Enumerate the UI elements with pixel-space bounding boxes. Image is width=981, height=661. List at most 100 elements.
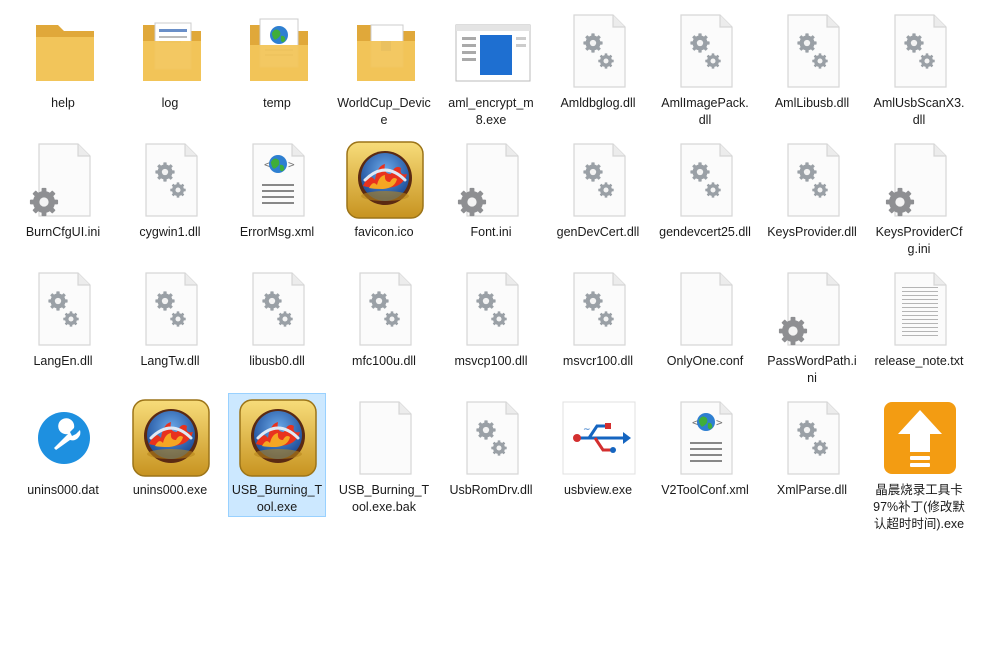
- dll-icon: [466, 401, 519, 475]
- file-name-label: Font.ini: [470, 225, 512, 239]
- dll-icon: [573, 272, 626, 346]
- file-item[interactable]: < > V2ToolConf.xml: [656, 393, 754, 517]
- file-name-label: unins000.dat: [27, 483, 99, 497]
- file-item[interactable]: LangTw.dll: [121, 264, 219, 388]
- xml-icon: < >: [252, 143, 305, 217]
- file-item[interactable]: libusb0.dll: [228, 264, 326, 388]
- file-name-label: KeysProvider.dll: [767, 225, 857, 239]
- file-name-label: cygwin1.dll: [139, 225, 201, 239]
- burner-app-icon: [346, 141, 424, 219]
- folder-icon: [36, 25, 94, 81]
- file-name-label: AmlUsbScanX3.dll: [873, 96, 965, 127]
- file-name-label: genDevCert.dll: [556, 225, 640, 239]
- file-name-label: USB_Burning_Tool.exe.bak: [338, 483, 430, 514]
- file-item[interactable]: msvcp100.dll: [442, 264, 540, 388]
- file-name-label: Amldbglog.dll: [560, 96, 636, 110]
- ini-icon: [885, 143, 947, 217]
- file-name-label: ErrorMsg.xml: [239, 225, 315, 239]
- file-name-label: BurnCfgUI.ini: [25, 225, 101, 239]
- file-item[interactable]: Amldbglog.dll: [549, 6, 647, 130]
- folder-web-icon: [250, 18, 308, 81]
- file-item[interactable]: temp: [228, 6, 326, 130]
- file-name-label: USB_Burning_Tool.exe: [231, 483, 323, 514]
- file-item[interactable]: mfc100u.dll: [335, 264, 433, 388]
- file-item[interactable]: KeysProvider.dll: [763, 135, 861, 259]
- dll-icon: [680, 14, 733, 88]
- file-item[interactable]: aml_encrypt_m8.exe: [442, 6, 540, 130]
- text-file-icon: [894, 272, 947, 346]
- file-item[interactable]: USB_Burning_Tool.exe: [228, 393, 326, 517]
- file-item[interactable]: cygwin1.dll: [121, 135, 219, 259]
- svg-text:~: ~: [583, 425, 591, 435]
- file-name-label: V2ToolConf.xml: [661, 483, 749, 497]
- file-item[interactable]: ~ usbview.exe: [549, 393, 647, 517]
- ini-icon: [29, 143, 91, 217]
- file-item[interactable]: help: [14, 6, 112, 130]
- file-item[interactable]: < > ErrorMsg.xml: [228, 135, 326, 259]
- file-name-label: msvcp100.dll: [454, 354, 528, 368]
- file-item[interactable]: AmlUsbScanX3.dll: [870, 6, 968, 130]
- file-item[interactable]: PassWordPath.ini: [763, 264, 861, 388]
- file-item[interactable]: unins000.dat: [14, 393, 112, 517]
- file-item[interactable]: log: [121, 6, 219, 130]
- file-item[interactable]: genDevCert.dll: [549, 135, 647, 259]
- file-item[interactable]: LangEn.dll: [14, 264, 112, 388]
- usb-icon: ~: [562, 401, 636, 475]
- file-item[interactable]: 晶晨烧录工具卡97%补丁(修改默认超时时间).exe: [870, 393, 968, 531]
- dll-icon: [787, 143, 840, 217]
- file-name-label: PassWordPath.ini: [767, 354, 857, 385]
- file-name-label: 晶晨烧录工具卡97%补丁(修改默认超时时间).exe: [873, 483, 965, 531]
- file-name-label: WorldCup_Device: [337, 96, 431, 127]
- file-item[interactable]: favicon.ico: [335, 135, 433, 259]
- file-item[interactable]: USB_Burning_Tool.exe.bak: [335, 393, 433, 517]
- file-name-label: log: [161, 96, 179, 110]
- file-item[interactable]: unins000.exe: [121, 393, 219, 517]
- dll-icon: [359, 272, 412, 346]
- file-item[interactable]: BurnCfgUI.ini: [14, 135, 112, 259]
- blank-file-icon: [359, 401, 412, 475]
- dll-icon: [894, 14, 947, 88]
- dll-icon: [573, 14, 626, 88]
- file-name-label: AmlImagePack.dll: [661, 96, 749, 127]
- file-name-label: aml_encrypt_m8.exe: [448, 96, 534, 127]
- file-name-label: LangTw.dll: [140, 354, 200, 368]
- app-window-icon: [455, 24, 531, 82]
- file-item[interactable]: msvcr100.dll: [549, 264, 647, 388]
- dll-icon: [38, 272, 91, 346]
- ini-icon: [457, 143, 519, 217]
- file-item[interactable]: AmlLibusb.dll: [763, 6, 861, 130]
- file-item[interactable]: WorldCup_Device: [335, 6, 433, 130]
- dll-icon: [145, 272, 198, 346]
- file-name-label: usbview.exe: [563, 483, 633, 497]
- file-name-label: libusb0.dll: [249, 354, 305, 368]
- svg-text:>: >: [716, 416, 723, 429]
- file-item[interactable]: UsbRomDrv.dll: [442, 393, 540, 517]
- svg-text:>: >: [288, 158, 295, 171]
- dll-icon: [145, 143, 198, 217]
- file-name-label: gendevcert25.dll: [659, 225, 751, 239]
- file-name-label: unins000.exe: [132, 483, 208, 497]
- ini-icon: [778, 272, 840, 346]
- file-item[interactable]: release_note.txt: [870, 264, 968, 388]
- file-name-label: help: [51, 96, 75, 110]
- file-name-label: temp: [263, 96, 291, 110]
- folder-image-icon: [357, 24, 415, 81]
- file-name-label: OnlyOne.conf: [666, 354, 744, 368]
- dll-icon: [680, 143, 733, 217]
- file-name-label: LangEn.dll: [33, 354, 93, 368]
- file-name-label: AmlLibusb.dll: [774, 96, 850, 110]
- xml-icon: < >: [680, 401, 733, 475]
- file-item[interactable]: Font.ini: [442, 135, 540, 259]
- burner-app-icon: [132, 399, 210, 477]
- burner-app-icon: [239, 399, 317, 477]
- file-item[interactable]: AmlImagePack.dll: [656, 6, 754, 130]
- wrench-icon: [38, 412, 90, 464]
- file-item[interactable]: OnlyOne.conf: [656, 264, 754, 388]
- file-item[interactable]: XmlParse.dll: [763, 393, 861, 517]
- dll-icon: [573, 143, 626, 217]
- dll-icon: [787, 401, 840, 475]
- dll-icon: [252, 272, 305, 346]
- file-item[interactable]: gendevcert25.dll: [656, 135, 754, 259]
- file-grid: help log temp WorldCup_Device aml_encryp…: [10, 6, 978, 661]
- file-item[interactable]: KeysProviderCfg.ini: [870, 135, 968, 259]
